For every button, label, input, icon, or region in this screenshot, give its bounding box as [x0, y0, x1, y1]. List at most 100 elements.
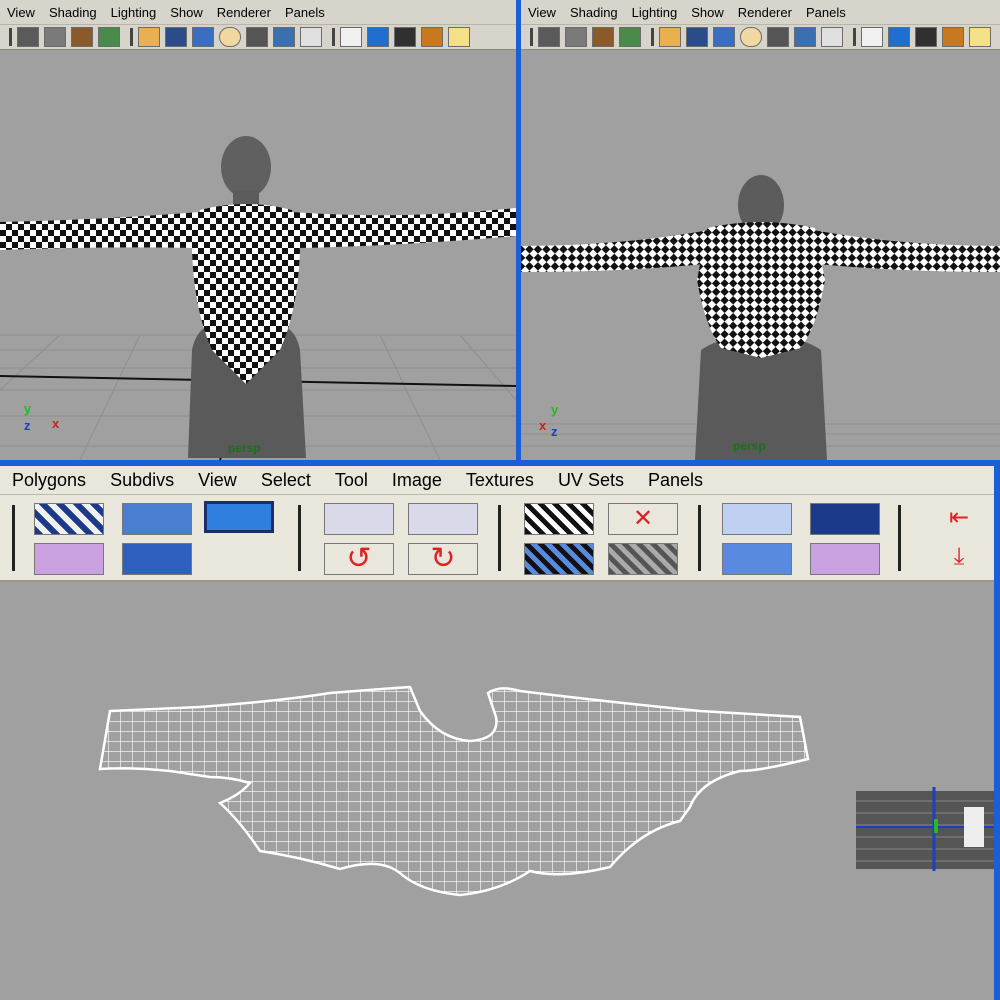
toolbar-separator — [898, 505, 901, 571]
menu-lighting[interactable]: Lighting — [625, 5, 685, 20]
camera-label: persp — [228, 441, 261, 455]
wireframe-icon[interactable] — [861, 27, 883, 47]
cut-uv-icon[interactable] — [524, 503, 594, 535]
uv-lattice-icon[interactable] — [122, 543, 192, 575]
camera-attributes-icon[interactable] — [565, 27, 587, 47]
grid-icon[interactable] — [138, 27, 160, 47]
axis-label-x: x — [52, 416, 60, 431]
sew-uv-icon[interactable]: ✕ — [608, 503, 678, 535]
menu-uv-sets[interactable]: UV Sets — [546, 470, 636, 491]
scene-canvas: y x z persp — [521, 175, 1000, 460]
grid-icon[interactable] — [659, 27, 681, 47]
rotate-uv-ccw-icon[interactable]: ↺ — [324, 543, 394, 575]
textured-icon[interactable] — [942, 27, 964, 47]
flip-uv-v-icon[interactable] — [408, 503, 478, 535]
viewport-scene[interactable]: y x z persp — [521, 50, 1000, 460]
menu-view[interactable]: View — [521, 5, 563, 20]
viewport-menubar: View Shading Lighting Show Renderer Pane… — [521, 0, 1000, 25]
rotate-uv-cw-icon[interactable]: ↻ — [408, 543, 478, 575]
field-chart-icon[interactable] — [246, 27, 268, 47]
axis-label-x: x — [539, 418, 547, 433]
menu-subdivs[interactable]: Subdivs — [98, 470, 186, 491]
axis-label-z: z — [551, 424, 558, 439]
toolbar-separator — [298, 505, 301, 571]
toolbar-separator — [498, 505, 501, 571]
light-icon[interactable] — [969, 27, 991, 47]
wireframe-icon[interactable] — [340, 27, 362, 47]
menu-panels[interactable]: Panels — [278, 5, 332, 20]
text-icon[interactable] — [821, 27, 843, 47]
align-left-icon[interactable]: ⇤ — [924, 503, 994, 535]
uv-texture-editor[interactable]: Polygons Subdivs View Select Tool Image … — [0, 466, 994, 1000]
flip-uv-h-icon[interactable] — [324, 503, 394, 535]
toolbar-separator — [12, 505, 15, 571]
viewport-front[interactable]: View Shading Lighting Show Renderer Pane… — [0, 0, 516, 460]
uv-canvas[interactable] — [0, 581, 994, 1000]
textured-icon[interactable] — [421, 27, 443, 47]
viewport-scene[interactable]: y x z persp — [0, 50, 516, 460]
menu-shading[interactable]: Shading — [42, 5, 104, 20]
grid-uv-icon[interactable] — [810, 543, 880, 575]
flat-shade-icon[interactable] — [915, 27, 937, 47]
resolution-gate-icon[interactable] — [192, 27, 214, 47]
menu-tool[interactable]: Tool — [323, 470, 380, 491]
camera-label: persp — [733, 439, 766, 453]
camera-attributes-icon[interactable] — [44, 27, 66, 47]
resolution-gate-icon[interactable] — [713, 27, 735, 47]
uv-snapshot-icon[interactable] — [204, 501, 274, 533]
toolbar-separator — [530, 28, 533, 46]
menu-show[interactable]: Show — [163, 5, 210, 20]
menu-image[interactable]: Image — [380, 470, 454, 491]
texture-icon[interactable] — [794, 27, 816, 47]
bookmark-icon[interactable] — [71, 27, 93, 47]
film-gate-icon[interactable] — [686, 27, 708, 47]
menu-lighting[interactable]: Lighting — [104, 5, 164, 20]
viewport-back[interactable]: View Shading Lighting Show Renderer Pane… — [521, 0, 1000, 460]
isolate-icon[interactable] — [722, 543, 792, 575]
smooth-shade-icon[interactable] — [888, 27, 910, 47]
menu-renderer[interactable]: Renderer — [731, 5, 799, 20]
viewport-toolbar — [521, 25, 1000, 50]
flat-shade-icon[interactable] — [394, 27, 416, 47]
toolbar-separator — [853, 28, 856, 46]
character-model-back[interactable] — [521, 175, 1000, 460]
toolbar-separator — [130, 28, 133, 46]
menu-shading[interactable]: Shading — [563, 5, 625, 20]
menu-textures[interactable]: Textures — [454, 470, 546, 491]
menu-select[interactable]: Select — [249, 470, 323, 491]
uv-editor-toolbar: ↺ ↻ ✕ ⇤ ⤓ — [0, 495, 994, 582]
safe-action-icon[interactable] — [740, 27, 762, 47]
character-model-front[interactable] — [0, 136, 516, 458]
axis-label-y: y — [24, 401, 32, 416]
layout-uv-icon[interactable] — [810, 503, 880, 535]
camera-icon[interactable] — [17, 27, 39, 47]
menu-panels[interactable]: Panels — [799, 5, 853, 20]
light-icon[interactable] — [448, 27, 470, 47]
image-plane-icon[interactable] — [619, 27, 641, 47]
uv-move-icon[interactable] — [122, 503, 192, 535]
menu-show[interactable]: Show — [684, 5, 731, 20]
menu-renderer[interactable]: Renderer — [210, 5, 278, 20]
texture-thumbnail[interactable] — [856, 787, 994, 871]
merge-uv-icon[interactable] — [524, 543, 594, 575]
viewport-toolbar — [0, 25, 516, 50]
menu-view[interactable]: View — [0, 5, 42, 20]
image-plane-icon[interactable] — [98, 27, 120, 47]
menu-polygons[interactable]: Polygons — [0, 470, 98, 491]
move-sew-icon[interactable] — [722, 503, 792, 535]
safe-action-icon[interactable] — [219, 27, 241, 47]
field-chart-icon[interactable] — [767, 27, 789, 47]
align-bottom-icon[interactable]: ⤓ — [924, 543, 994, 575]
camera-icon[interactable] — [538, 27, 560, 47]
smooth-shade-icon[interactable] — [367, 27, 389, 47]
uv-checker-icon[interactable] — [34, 503, 104, 535]
text-icon[interactable] — [300, 27, 322, 47]
film-gate-icon[interactable] — [165, 27, 187, 47]
texture-icon[interactable] — [273, 27, 295, 47]
uv-shell[interactable] — [98, 685, 810, 897]
menu-view[interactable]: View — [186, 470, 249, 491]
unfold-uv-icon[interactable] — [608, 543, 678, 575]
bookmark-icon[interactable] — [592, 27, 614, 47]
uv-select-icon[interactable] — [34, 543, 104, 575]
menu-panels[interactable]: Panels — [636, 470, 715, 491]
